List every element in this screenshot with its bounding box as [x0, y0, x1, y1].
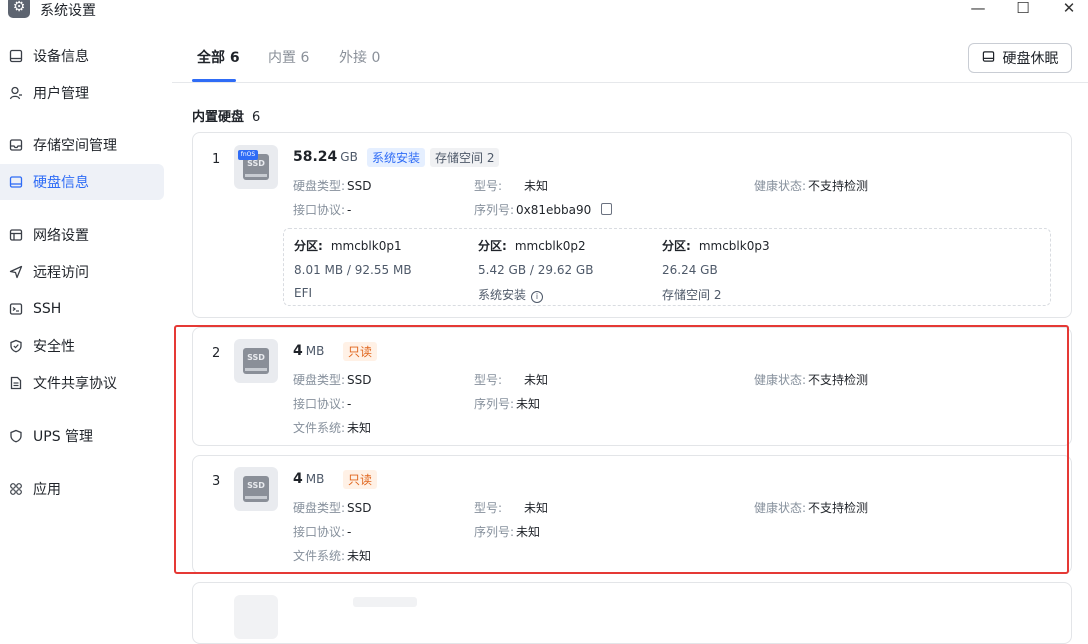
disk-icon [9, 175, 23, 189]
disk-card[interactable] [192, 582, 1072, 644]
disk-type-field: 硬盘类型: SSD [293, 179, 372, 193]
disk-size: 4 MB [293, 343, 325, 359]
remote-icon [9, 265, 23, 279]
readonly-tag: 只读 [343, 342, 378, 361]
filesystem-field: 文件系统: 未知 [293, 549, 372, 563]
gear-icon: ⚙ [8, 0, 30, 18]
sidebar-item-device-info[interactable]: 设备信息 [0, 38, 164, 74]
partition-item: 分区: mmcblk0p1 8.01 MB / 92.55 MB EFI [294, 239, 412, 300]
disk-sleep-button[interactable]: 硬盘休眠 [968, 43, 1072, 73]
ssd-icon-text: SSD [247, 159, 265, 168]
disk-sleep-label: 硬盘休眠 [1002, 51, 1059, 67]
sidebar-item-label: 网络设置 [33, 228, 89, 244]
partition-box: 分区: mmcblk0p1 8.01 MB / 92.55 MB EFI 分区: m… [283, 228, 1051, 306]
readonly-tag: 只读 [343, 470, 378, 489]
sidebar-item-label: 用户管理 [33, 86, 89, 102]
health-field: 健康状态: 不支持检测 [754, 501, 869, 515]
terminal-icon [9, 302, 23, 316]
sidebar-item-label: 应用 [33, 482, 61, 498]
disk-index: 1 [212, 152, 221, 167]
sidebar-item-label: 文件共享协议 [33, 376, 117, 392]
ssd-icon: SSD [234, 467, 278, 511]
interface-field: 接口协议: - [293, 525, 352, 539]
disk-size: 4 MB [293, 471, 325, 487]
shield-icon [9, 339, 23, 353]
model-field: 型号: 未知 [474, 373, 549, 387]
storage-space-tag: 存储空间 2 [430, 148, 500, 167]
tab-external[interactable]: 外接 0 [339, 47, 380, 67]
serial-field: 序列号: 0x81ebba90 [474, 201, 613, 219]
partition-item: 分区: mmcblk0p3 26.24 GB 存储空间 2 [662, 239, 770, 302]
tab-all[interactable]: 全部 6 [197, 47, 240, 67]
sidebar-item-label: 硬盘信息 [33, 175, 89, 191]
maximize-button[interactable]: ☐ [1009, 0, 1037, 20]
window-title: 系统设置 [40, 3, 96, 19]
health-field: 健康状态: 不支持检测 [754, 373, 869, 387]
sidebar-item-label: SSH [33, 301, 62, 317]
ssd-icon-text: SSD [247, 481, 265, 490]
ssd-icon [234, 595, 278, 639]
apps-icon [9, 482, 23, 496]
user-icon [9, 86, 23, 100]
tab-internal[interactable]: 内置 6 [268, 47, 309, 67]
sidebar-item-ups[interactable]: UPS 管理 [0, 418, 164, 454]
sidebar-item-network[interactable]: 网络设置 [0, 217, 164, 253]
ssd-icon: SSD fnOS [234, 145, 278, 189]
storage-icon [9, 138, 23, 152]
sidebar-item-remote[interactable]: 远程访问 [0, 254, 164, 290]
interface-field: 接口协议: - [293, 397, 352, 411]
sidebar: 设备信息 用户管理 存储空间管理 硬盘信息 网络设置 远程访问 SSH 安全性 … [0, 30, 172, 625]
sidebar-item-security[interactable]: 安全性 [0, 328, 164, 364]
disk-card[interactable]: 3 SSD 4 MB 只读 硬盘类型: SSD 型号: 未知 健康状态: 不支持检测 接… [192, 455, 1072, 574]
sidebar-item-label: 安全性 [33, 339, 75, 355]
section-count: 6 [252, 110, 261, 125]
partition-item: 分区: mmcblk0p2 5.42 GB / 29.62 GB 系统安装 i [478, 239, 594, 303]
ssd-icon-text: SSD [247, 353, 265, 362]
disk-index: 3 [212, 474, 221, 489]
interface-field: 接口协议: - [293, 203, 352, 217]
health-field: 健康状态: 不支持检测 [754, 179, 869, 193]
model-field: 型号: 未知 [474, 179, 549, 193]
disk-type-field: 硬盘类型: SSD [293, 501, 372, 515]
sidebar-item-apps[interactable]: 应用 [0, 471, 164, 507]
sidebar-item-label: 存储空间管理 [33, 138, 117, 154]
filesystem-field: 文件系统: 未知 [293, 421, 372, 435]
sidebar-item-storage[interactable]: 存储空间管理 [0, 127, 164, 163]
main-content: 全部 6 内置 6 外接 0 硬盘休眠 内置硬盘 6 1 SSD fnOS 58.… [172, 30, 1088, 644]
fnos-logo: fnOS [238, 150, 258, 160]
info-icon[interactable]: i [531, 291, 544, 303]
disk-card[interactable]: 2 SSD 4 MB 只读 硬盘类型: SSD 型号: 未知 健康状态: 不支持检测 接… [192, 327, 1072, 446]
system-install-tag: 系统安装 [367, 148, 426, 167]
disk-type-field: 硬盘类型: SSD [293, 373, 372, 387]
sidebar-item-users[interactable]: 用户管理 [0, 75, 164, 111]
sidebar-item-label: 远程访问 [33, 265, 89, 281]
sidebar-item-label: 设备信息 [33, 49, 89, 65]
disk-icon [982, 50, 995, 67]
serial-field: 序列号: 未知 [474, 525, 541, 539]
sidebar-item-ssh[interactable]: SSH [0, 291, 164, 327]
model-field: 型号: 未知 [474, 501, 549, 515]
network-icon [9, 228, 23, 242]
disk-card[interactable]: 1 SSD fnOS 58.24 GB 系统安装 存储空间 2 硬盘类型: SSD … [192, 132, 1072, 318]
tag-placeholder [353, 597, 417, 607]
minimize-button[interactable]: — [964, 0, 992, 20]
ups-icon [9, 429, 23, 443]
tab-bar: 全部 6 内置 6 外接 0 硬盘休眠 [172, 30, 1088, 83]
section-title: 内置硬盘 6 [192, 110, 261, 125]
close-button[interactable]: ✕ [1055, 0, 1083, 20]
disk-size: 58.24 GB [293, 149, 358, 165]
file-icon [9, 376, 23, 390]
sidebar-item-file-sharing[interactable]: 文件共享协议 [0, 365, 164, 401]
disk-index: 2 [212, 346, 221, 361]
device-info-icon [9, 49, 23, 63]
sidebar-item-label: UPS 管理 [33, 429, 94, 445]
tab-active-indicator [192, 79, 236, 82]
sidebar-item-disk-info[interactable]: 硬盘信息 [0, 164, 164, 200]
serial-field: 序列号: 未知 [474, 397, 541, 411]
title-bar: ⚙ 系统设置 — ☐ ✕ [0, 0, 1088, 22]
ssd-icon: SSD [234, 339, 278, 383]
copy-icon[interactable] [598, 203, 613, 219]
